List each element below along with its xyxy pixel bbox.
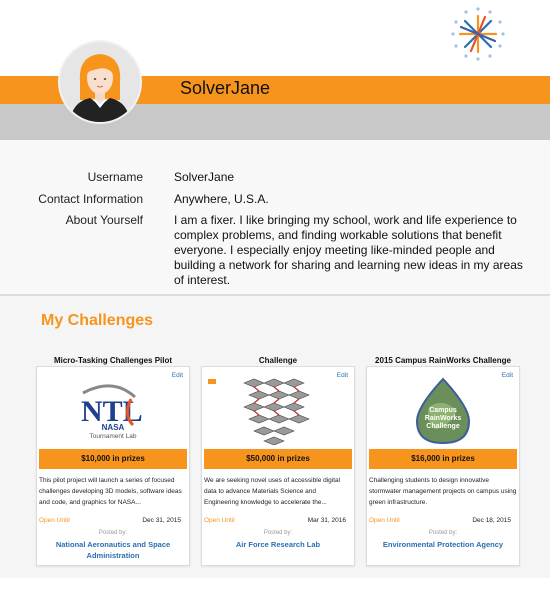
profile-display-name: SolverJane — [180, 78, 271, 98]
challenge-card[interactable]: Edit NTL NASA Tournament Lab $10,000 in … — [36, 366, 190, 566]
partner-logo-icon — [208, 379, 216, 384]
username-value: SolverJane — [174, 170, 235, 184]
open-until-label: Open Until — [369, 517, 400, 524]
about-value: I am a fixer. I like bringing my school,… — [174, 213, 523, 287]
close-date: Dec 18, 2015 — [472, 517, 511, 524]
posted-by-label: Posted by: — [428, 530, 458, 536]
challenge-title[interactable]: Challenge — [198, 356, 358, 365]
prize-banner: $10,000 in prizes — [39, 449, 187, 469]
about-label: About Yourself — [65, 213, 143, 227]
challenge-title[interactable]: 2015 Campus RainWorks Challenge — [363, 356, 523, 365]
open-until-label: Open Until — [39, 517, 70, 524]
avatar-icon — [70, 54, 130, 122]
contact-info-label: Contact Information — [38, 192, 143, 206]
username-label: Username — [87, 170, 143, 184]
challenge-card[interactable]: Edit Campus RainWorks Challenge $16,000 … — [366, 366, 520, 566]
close-date: Mar 31, 2016 — [307, 517, 346, 524]
avatar — [58, 40, 142, 124]
image-subcaption: Tournament Lab — [89, 433, 137, 440]
posted-by-label: Posted by: — [263, 530, 293, 536]
image-caption: Campus RainWorks Challenge — [424, 407, 462, 430]
organization-link[interactable]: Environmental Protection Agency — [369, 539, 517, 550]
image-caption: NASA — [101, 423, 125, 432]
challenge-image[interactable] — [204, 377, 352, 446]
challenge-card[interactable]: Edit $50,000 in prizes We are seeking no… — [201, 366, 355, 566]
challenge-title[interactable]: Micro-Tasking Challenges Pilot — [33, 356, 193, 365]
challenge-image[interactable]: NTL NASA Tournament Lab — [39, 377, 187, 445]
challenge-description: This pilot project will launch a series … — [39, 477, 182, 506]
prize-banner: $16,000 in prizes — [369, 449, 517, 469]
my-challenges-heading: My Challenges — [41, 312, 154, 329]
contact-info-value: Anywhere, U.S.A. — [174, 192, 269, 206]
organization-link[interactable]: National Aeronautics and Space Administr… — [39, 539, 187, 561]
challenge-image[interactable]: Campus RainWorks Challenge — [369, 377, 517, 445]
challenge-description: Challenging students to design innovativ… — [369, 477, 517, 506]
materials-lattice-image-icon — [208, 378, 310, 446]
prize-banner: $50,000 in prizes — [204, 449, 352, 469]
site-logo-icon[interactable] — [448, 4, 508, 64]
challenge-description: We are seeking novel uses of accessible … — [204, 477, 341, 506]
posted-by-label: Posted by: — [98, 530, 128, 536]
open-until-label: Open Until — [204, 517, 235, 524]
organization-link[interactable]: Air Force Research Lab — [204, 539, 352, 550]
close-date: Dec 31, 2015 — [142, 517, 181, 524]
